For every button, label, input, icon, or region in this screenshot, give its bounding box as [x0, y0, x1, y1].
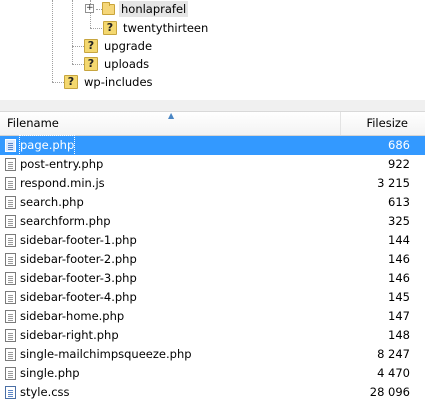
- table-row[interactable]: search.php 613: [0, 193, 425, 212]
- column-header-label: Filesize: [366, 116, 408, 130]
- file-list[interactable]: Filename ▲ Filesize page.php 686 post-en…: [0, 112, 425, 401]
- unknown-folder-icon: ?: [64, 75, 78, 89]
- tree-item-twentythirteen[interactable]: ? twentythirteen: [103, 19, 210, 37]
- table-row[interactable]: sidebar-footer-3.php 146: [0, 269, 425, 288]
- directory-tree[interactable]: + honlaprafel ? twentythirteen ? upgrade…: [0, 0, 425, 100]
- tree-item-uploads[interactable]: ? uploads: [84, 55, 151, 73]
- file-size: 922: [388, 157, 410, 171]
- folder-icon: [102, 1, 115, 15]
- file-name-cell: sidebar-footer-2.php: [5, 250, 137, 269]
- php-file-icon: [5, 291, 16, 304]
- table-row[interactable]: page.php 686: [0, 135, 425, 156]
- file-name: sidebar-footer-1.php: [20, 233, 137, 247]
- tree-item-label: honlaprafel: [119, 1, 189, 17]
- unknown-folder-icon: ?: [103, 21, 117, 35]
- php-file-icon: [5, 329, 16, 342]
- file-name-cell: style.css: [5, 383, 70, 401]
- file-name: sidebar-footer-4.php: [20, 290, 137, 304]
- file-list-header: Filename ▲ Filesize: [0, 112, 425, 136]
- file-name-cell: post-entry.php: [5, 155, 103, 174]
- file-size: 146: [388, 271, 410, 285]
- php-file-icon: [5, 253, 16, 266]
- unknown-folder-icon: ?: [84, 39, 98, 53]
- file-name-cell: sidebar-footer-3.php: [5, 269, 137, 288]
- file-size: 325: [388, 214, 410, 228]
- file-name: sidebar-footer-2.php: [20, 252, 137, 266]
- file-name-cell: sidebar-footer-1.php: [5, 231, 137, 250]
- table-row[interactable]: respond.min.js 3 215: [0, 174, 425, 193]
- file-name-cell: respond.min.js: [5, 174, 105, 193]
- tree-guide-line: [52, 0, 53, 82]
- tree-item-label: twentythirteen: [123, 21, 209, 35]
- table-row[interactable]: post-entry.php 922: [0, 155, 425, 174]
- php-file-icon: [5, 272, 16, 285]
- file-size: 148: [388, 328, 410, 342]
- js-file-icon: [5, 177, 16, 190]
- tree-item-upgrade[interactable]: ? upgrade: [84, 37, 154, 55]
- file-size: 147: [388, 309, 410, 323]
- php-file-icon: [5, 139, 16, 152]
- table-row[interactable]: sidebar-footer-2.php 146: [0, 250, 425, 269]
- file-name: sidebar-right.php: [20, 328, 119, 342]
- column-header-filename[interactable]: Filename ▲: [0, 112, 341, 135]
- file-name-cell: single-mailchimpsqueeze.php: [5, 345, 192, 364]
- sort-ascending-icon: ▲: [168, 112, 175, 120]
- file-size: 686: [388, 138, 410, 152]
- file-name: searchform.php: [20, 214, 111, 228]
- file-name-cell: sidebar-right.php: [5, 326, 119, 345]
- expand-icon[interactable]: +: [85, 4, 94, 13]
- file-size: 146: [388, 252, 410, 266]
- file-size: 28 096: [369, 385, 410, 399]
- file-name: single.php: [20, 366, 80, 380]
- table-row[interactable]: single-mailchimpsqueeze.php 8 247: [0, 345, 425, 364]
- file-name-cell: search.php: [5, 193, 84, 212]
- tree-guide-line: [72, 0, 73, 64]
- tree-item-honlaprafel[interactable]: honlaprafel: [102, 0, 189, 18]
- file-name: single-mailchimpsqueeze.php: [20, 347, 192, 361]
- column-header-filesize[interactable]: Filesize: [342, 112, 412, 135]
- file-name: sidebar-home.php: [20, 309, 125, 323]
- file-size: 4 470: [377, 366, 410, 380]
- file-name: post-entry.php: [20, 157, 104, 171]
- tree-item-label: upgrade: [104, 39, 153, 53]
- file-size: 3 215: [377, 176, 410, 190]
- php-file-icon: [5, 348, 16, 361]
- file-name-cell: page.php: [5, 135, 76, 156]
- file-name: search.php: [20, 195, 84, 209]
- table-row[interactable]: sidebar-home.php 147: [0, 307, 425, 326]
- table-row[interactable]: sidebar-footer-1.php 144: [0, 231, 425, 250]
- file-name-cell: sidebar-footer-4.php: [5, 288, 137, 307]
- file-rows: page.php 686 post-entry.php 922 respond.…: [0, 135, 425, 401]
- pane-splitter[interactable]: [0, 100, 425, 112]
- table-row[interactable]: single.php 4 470: [0, 364, 425, 383]
- table-row[interactable]: searchform.php 325: [0, 212, 425, 231]
- tree-guide-line: [90, 28, 104, 29]
- table-row[interactable]: style.css 28 096: [0, 383, 425, 401]
- unknown-folder-icon: ?: [84, 57, 98, 71]
- php-file-icon: [5, 158, 16, 171]
- file-name-cell: searchform.php: [5, 212, 111, 231]
- css-file-icon: [5, 386, 16, 399]
- tree-item-wp-includes[interactable]: ? wp-includes: [64, 73, 155, 91]
- file-name: respond.min.js: [20, 176, 105, 190]
- file-name-cell: sidebar-home.php: [5, 307, 124, 326]
- file-size: 613: [388, 195, 410, 209]
- php-file-icon: [5, 310, 16, 323]
- php-file-icon: [5, 196, 16, 209]
- php-file-icon: [5, 367, 16, 380]
- tree-item-label: wp-includes: [84, 75, 153, 89]
- table-row[interactable]: sidebar-footer-4.php 145: [0, 288, 425, 307]
- file-name: page.php: [18, 135, 76, 156]
- table-row[interactable]: sidebar-right.php 148: [0, 326, 425, 345]
- file-name: style.css: [20, 385, 70, 399]
- file-size: 8 247: [377, 347, 410, 361]
- file-name-cell: single.php: [5, 364, 80, 383]
- tree-item-label: uploads: [104, 57, 150, 71]
- file-size: 144: [388, 233, 410, 247]
- php-file-icon: [5, 234, 16, 247]
- file-name: sidebar-footer-3.php: [20, 271, 137, 285]
- php-file-icon: [5, 215, 16, 228]
- column-header-label: Filename: [7, 116, 59, 130]
- file-size: 145: [388, 290, 410, 304]
